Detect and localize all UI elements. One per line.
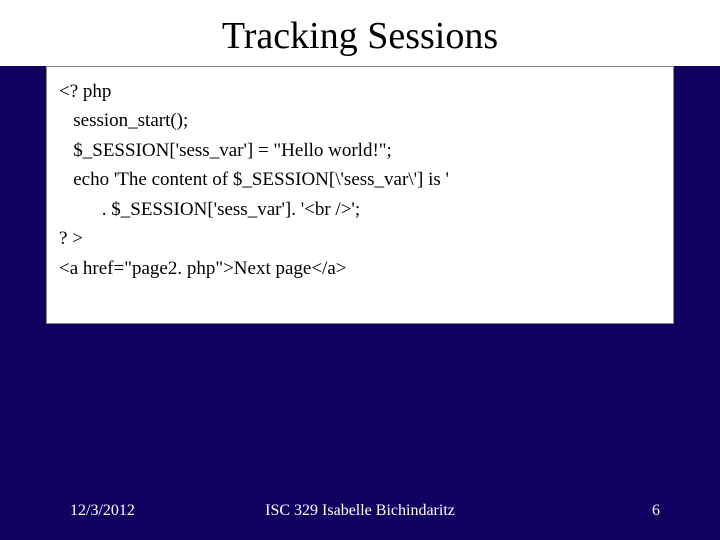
code-line: session_start();: [59, 106, 661, 135]
footer-page: 6: [652, 502, 660, 520]
code-line: <? php: [59, 77, 661, 106]
code-line: <a href="page2. php">Next page</a>: [59, 254, 661, 283]
footer-date: 12/3/2012: [70, 502, 135, 520]
footer-course: ISC 329 Isabelle Bichindaritz: [265, 502, 455, 520]
code-line: echo 'The content of $_SESSION[\'sess_va…: [59, 165, 661, 194]
code-line: . $_SESSION['sess_var']. '<br />';: [59, 195, 661, 224]
code-box: <? php session_start(); $_SESSION['sess_…: [46, 66, 674, 324]
footer: 12/3/2012 ISC 329 Isabelle Bichindaritz …: [0, 502, 720, 520]
code-line: ? >: [59, 224, 661, 253]
code-line: $_SESSION['sess_var'] = "Hello world!";: [59, 136, 661, 165]
slide-title: Tracking Sessions: [0, 0, 720, 66]
